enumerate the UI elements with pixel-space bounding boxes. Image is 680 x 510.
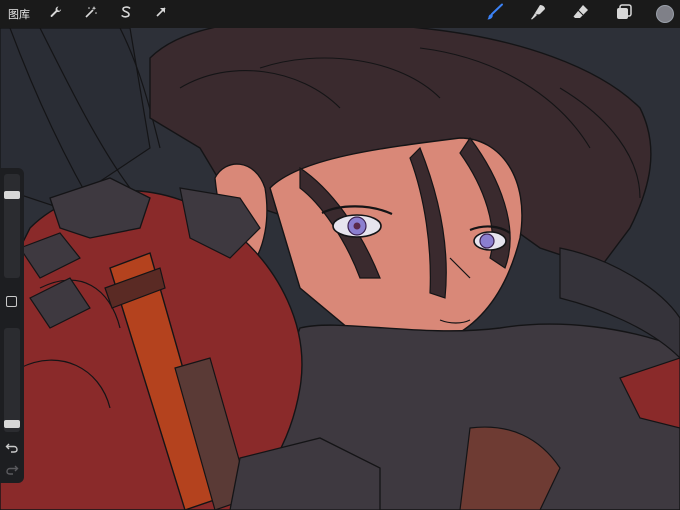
undo-icon [5, 441, 19, 458]
left-tool-group [45, 3, 172, 25]
left-sidebar [0, 168, 24, 483]
redo-button[interactable] [5, 462, 19, 476]
adjustments-button[interactable] [80, 3, 102, 25]
brush-size-thumb[interactable] [4, 191, 20, 199]
transform-button[interactable] [150, 3, 172, 25]
layers-button[interactable] [613, 3, 635, 25]
arrow-cursor-icon [154, 5, 168, 24]
selection-button[interactable] [115, 3, 137, 25]
wrench-icon [49, 5, 63, 24]
opacity-slider[interactable] [4, 328, 20, 432]
opacity-thumb[interactable] [4, 420, 20, 428]
color-picker-swatch[interactable] [656, 5, 674, 23]
modify-button[interactable] [6, 296, 17, 307]
brush-size-slider[interactable] [4, 174, 20, 278]
erase-tool-button[interactable] [570, 3, 592, 25]
smudge-tool-button[interactable] [527, 3, 549, 25]
top-toolbar: 图库 [0, 0, 680, 28]
selection-s-icon [119, 5, 133, 24]
undo-button[interactable] [5, 440, 19, 454]
redo-icon [5, 463, 19, 480]
drawing-canvas[interactable] [0, 28, 680, 510]
right-tool-group [484, 0, 680, 28]
brush-icon [486, 3, 504, 26]
gallery-button[interactable]: 图库 [8, 6, 36, 22]
layers-icon [615, 3, 633, 26]
eraser-icon [572, 3, 590, 26]
smudge-icon [529, 3, 547, 26]
actions-button[interactable] [45, 3, 67, 25]
paint-tool-button[interactable] [484, 3, 506, 25]
magic-wand-icon [84, 5, 98, 24]
